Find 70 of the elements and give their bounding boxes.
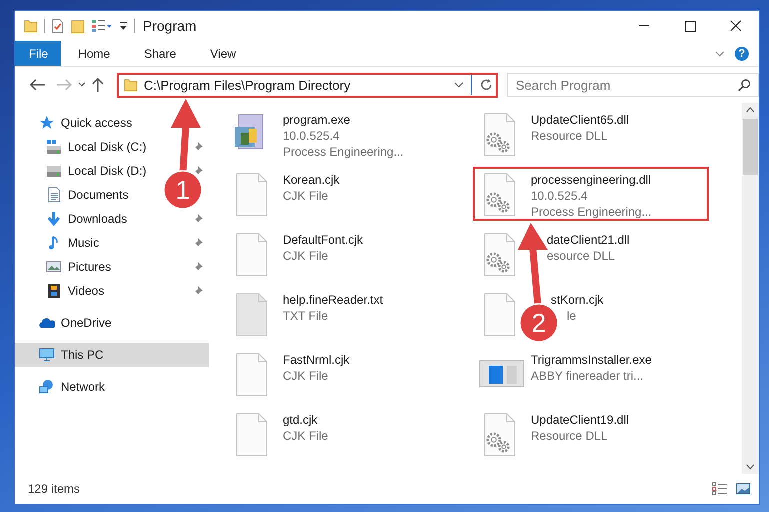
search-icon[interactable] (738, 79, 751, 92)
file-name: dateClient21.dll (547, 232, 630, 248)
scrollbar[interactable] (742, 103, 759, 474)
file-name: help.fineReader.txt (283, 292, 384, 308)
sidebar-item[interactable]: Downloads (68, 212, 128, 226)
file-detail: le (567, 308, 576, 324)
window-title: Program (143, 18, 197, 34)
file-detail: Resource DLL (531, 428, 608, 444)
file-name: Korean.cjk (283, 172, 340, 188)
drive-icon (46, 139, 62, 155)
file-detail: CJK File (283, 428, 328, 444)
address-bar[interactable]: C:\Program Files\Program Directory (117, 72, 498, 98)
file-detail: CJK File (283, 248, 328, 264)
large-icons-view-icon[interactable] (736, 482, 751, 496)
search-field[interactable]: Search Program (507, 73, 759, 97)
sidebar-item[interactable]: Documents (68, 188, 129, 202)
folder-icon (124, 78, 138, 92)
folder-icon (24, 19, 38, 33)
drive-icon (46, 163, 62, 179)
chevron-icon[interactable] (453, 81, 465, 89)
properties-icon[interactable] (51, 18, 65, 34)
file-name: UpdateClient19.dll (531, 412, 630, 428)
number-badge: 2 (519, 303, 559, 343)
details-view-icon[interactable] (712, 482, 728, 496)
file-detail: Process Engineering... (283, 144, 404, 160)
ribbon-tab[interactable]: Share (127, 41, 194, 66)
ribbon-tab[interactable]: Home (61, 41, 128, 66)
star-icon (39, 115, 55, 131)
file-name: UpdateClient65.dll (531, 112, 630, 128)
sidebar-item[interactable]: This PC (61, 348, 104, 362)
number-badge: 1 (163, 170, 203, 210)
file-name: DefaultFont.cjk (283, 232, 364, 248)
file-name: program.exe (283, 112, 350, 128)
file-name: gtd.cjk (283, 412, 318, 428)
file-detail: esource DLL (547, 248, 616, 264)
file-detail: 10.0.525.4 (283, 128, 340, 144)
recent-locations-icon[interactable] (77, 81, 87, 89)
file-detail: CJK File (283, 368, 328, 384)
sidebar-item[interactable]: Local Disk (D:) (68, 164, 147, 178)
sidebar-item[interactable]: Pictures (68, 260, 112, 274)
file-detail: 10.0.525.4 (531, 188, 588, 204)
sidebar-item[interactable]: Local Disk (C:) (68, 140, 147, 154)
documents-icon (46, 187, 62, 203)
sidebar-item[interactable]: Music (68, 236, 100, 250)
file-detail: CJK File (283, 188, 328, 204)
file-name: processengineering.dll (531, 172, 652, 188)
file-detail: TXT File (283, 308, 328, 324)
downloads-icon (46, 211, 62, 227)
dropdown-icon[interactable] (119, 21, 128, 31)
expand-ribbon-icon[interactable] (715, 50, 725, 56)
pc-icon (39, 347, 55, 363)
ribbon-tab[interactable]: View (193, 41, 254, 66)
sidebar-item[interactable]: Network (61, 380, 106, 394)
sidebar-item[interactable]: OneDrive (61, 316, 112, 330)
network-icon (39, 379, 55, 395)
sidebar-item[interactable]: Quick access (61, 116, 132, 130)
file-name: TrigrammsInstaller.exe (531, 352, 652, 368)
file-item[interactable]: processengineering.dll 10.0.525.4 Process Engineering... (473, 167, 709, 221)
help-button[interactable]: ? (735, 46, 749, 60)
pictures-icon (46, 259, 62, 275)
file-detail: Process Engineering... (531, 204, 652, 220)
file-name: FastNrml.cjk (283, 352, 350, 368)
file-detail: Resource DLL (531, 128, 608, 144)
item-count: 129 items (28, 482, 80, 496)
ribbon-tab[interactable]: File (15, 41, 62, 66)
scroll-thumb[interactable] (743, 119, 758, 175)
sidebar-item[interactable]: Videos (68, 284, 104, 298)
videos-icon (46, 283, 62, 299)
customize-icon[interactable] (91, 19, 113, 33)
file-detail: ABBY finereader tri... (531, 368, 644, 384)
